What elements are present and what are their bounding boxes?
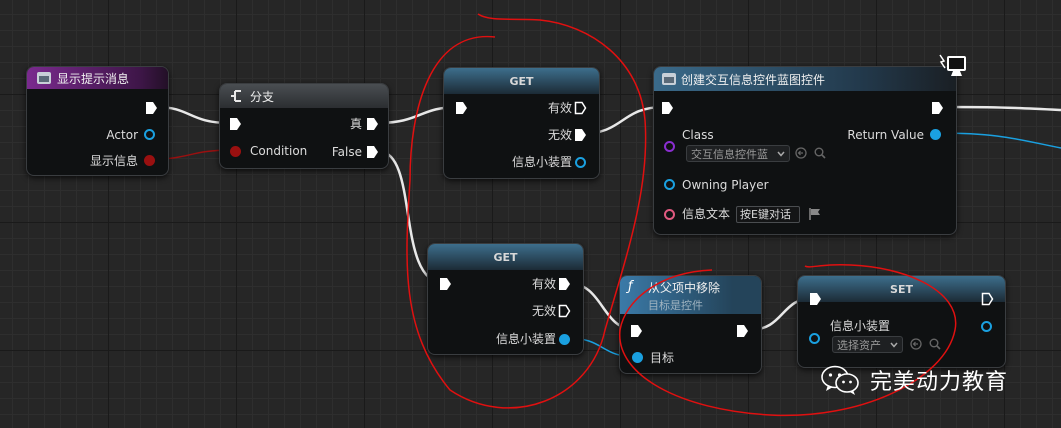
- invalid-exec-out-pin[interactable]: [574, 128, 587, 142]
- target-pin-label: 目标: [650, 351, 675, 365]
- exec-in-pin[interactable]: [229, 117, 242, 131]
- node-title: 从父项中移除: [648, 281, 721, 295]
- widget-output-label: 信息小装置: [511, 155, 572, 169]
- widget-input-pin[interactable]: [809, 333, 820, 344]
- exec-in-pin[interactable]: [439, 277, 452, 291]
- true-exec-out-pin[interactable]: [366, 117, 379, 131]
- info-text-pin[interactable]: [664, 209, 675, 220]
- exec-out-pin[interactable]: [736, 324, 749, 338]
- info-text-input[interactable]: 按E键对话: [736, 206, 800, 223]
- target-pin[interactable]: [632, 352, 643, 363]
- valid-exec-out-pin[interactable]: [574, 101, 587, 115]
- owning-player-pin[interactable]: [664, 179, 675, 190]
- owning-player-label: Owning Player: [682, 178, 769, 192]
- node-title: 分支: [250, 90, 275, 104]
- false-exec-out-pin[interactable]: [366, 145, 379, 159]
- exec-wire: [944, 105, 1061, 112]
- info-pin[interactable]: [144, 155, 155, 166]
- widget-icon: [662, 73, 676, 85]
- chevron-down-icon: [890, 342, 898, 348]
- widget-output-pin[interactable]: [981, 321, 992, 332]
- function-icon: ƒ: [628, 279, 633, 294]
- exec-out-pin[interactable]: [145, 101, 158, 115]
- exec-in-pin[interactable]: [809, 292, 822, 306]
- invalid-exec-out-pin[interactable]: [558, 304, 571, 318]
- branch-node[interactable]: 分支 Condition 真 False: [219, 83, 389, 169]
- asset-select[interactable]: 选择资产: [832, 336, 903, 353]
- event-node-show-message[interactable]: 显示提示消息 Actor 显示信息: [26, 66, 169, 176]
- node-header: [220, 84, 388, 108]
- valid-exec-out-pin[interactable]: [558, 277, 571, 291]
- class-select[interactable]: 交互信息控件蓝: [686, 145, 790, 162]
- localization-flag-icon[interactable]: [808, 207, 822, 221]
- get-node-bottom[interactable]: GET 有效 无效 信息小装置: [427, 243, 584, 355]
- chevron-down-icon: [777, 151, 785, 157]
- wechat-logo-icon: [821, 365, 859, 395]
- info-text-label: 信息文本: [682, 207, 731, 221]
- node-title: 显示提示消息: [57, 72, 130, 86]
- browse-search-icon[interactable]: [929, 338, 941, 350]
- event-icon: [37, 72, 51, 84]
- node-title: GET: [493, 251, 518, 264]
- use-selected-icon[interactable]: [910, 338, 922, 350]
- exec-in-pin[interactable]: [630, 324, 643, 338]
- info-pin-label: 显示信息: [89, 154, 138, 168]
- exec-in-pin[interactable]: [455, 101, 468, 115]
- node-subtitle: 目标是控件: [648, 299, 703, 312]
- node-title: GET: [509, 75, 534, 88]
- class-pin-label: Class: [682, 128, 714, 142]
- true-pin-label: 真: [349, 117, 362, 131]
- invalid-pin-label: 无效: [547, 128, 572, 142]
- browse-search-icon[interactable]: [814, 147, 826, 159]
- valid-pin-label: 有效: [531, 277, 556, 291]
- class-select-value: 交互信息控件蓝: [691, 148, 768, 161]
- node-title: 创建交互信息控件蓝图控件: [681, 73, 826, 87]
- exec-out-pin[interactable]: [931, 101, 944, 115]
- remove-from-parent-node[interactable]: ƒ 从父项中移除 目标是控件 目标: [619, 275, 762, 374]
- object-wire: [938, 132, 1061, 149]
- return-value-pin[interactable]: [930, 129, 941, 140]
- set-node[interactable]: SET 信息小装置 选择资产: [797, 275, 1006, 368]
- invalid-pin-label: 无效: [531, 304, 556, 318]
- watermark-text: 完美动力教育: [870, 370, 1009, 395]
- exec-out-pin[interactable]: [981, 292, 994, 306]
- widget-input-label: 信息小装置: [830, 319, 891, 333]
- condition-pin-label: Condition: [250, 144, 308, 158]
- class-pin[interactable]: [664, 141, 675, 152]
- watermark: 完美动力教育: [820, 364, 1008, 396]
- widget-output-label: 信息小装置: [495, 332, 556, 346]
- valid-pin-label: 有效: [547, 101, 572, 115]
- false-pin-label: False: [331, 145, 362, 159]
- create-widget-node[interactable]: 创建交互信息控件蓝图控件 Class 交互信息控件蓝 Return Value …: [653, 66, 957, 235]
- monitor-icon: [939, 54, 966, 76]
- node-title: SET: [890, 283, 913, 296]
- actor-pin-label: Actor: [106, 128, 138, 142]
- return-value-label: Return Value: [847, 128, 924, 142]
- widget-output-pin[interactable]: [559, 334, 570, 345]
- actor-pin[interactable]: [144, 129, 155, 140]
- exec-in-pin[interactable]: [661, 101, 674, 115]
- branch-icon: [231, 90, 241, 102]
- condition-pin[interactable]: [230, 146, 241, 157]
- asset-select-value: 选择资产: [837, 339, 881, 352]
- get-node-top[interactable]: GET 有效 无效 信息小装置: [443, 67, 600, 179]
- widget-output-pin[interactable]: [575, 157, 586, 168]
- use-selected-icon[interactable]: [795, 147, 807, 159]
